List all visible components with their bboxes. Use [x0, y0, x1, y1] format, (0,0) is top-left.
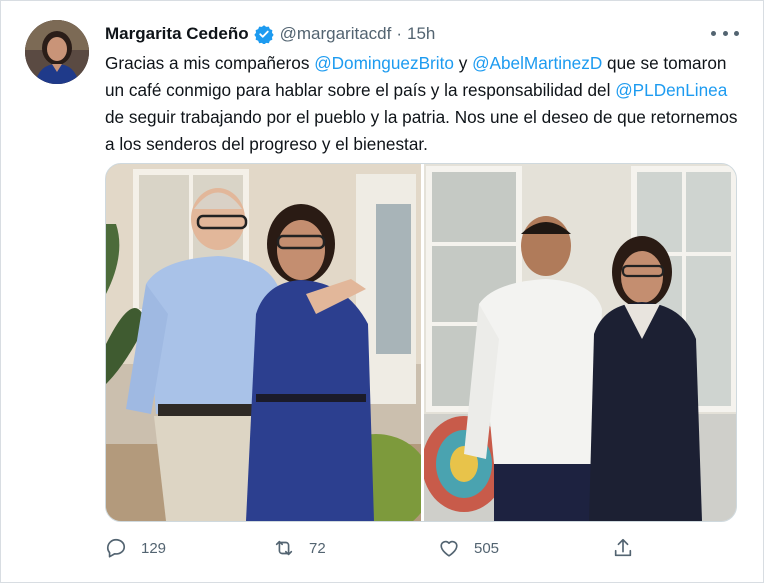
reply-count: 129: [141, 539, 167, 557]
more-options-icon[interactable]: [711, 23, 739, 43]
heart-icon: [440, 540, 458, 557]
like-count: 505: [474, 539, 500, 557]
like-button[interactable]: 505: [438, 533, 499, 563]
share-icon: [614, 538, 632, 557]
share-button[interactable]: [612, 533, 648, 563]
author-handle[interactable]: @margaritacdf: [280, 24, 392, 44]
retweet-button[interactable]: 72: [273, 533, 326, 563]
tweet-header: Margarita Cedeño @margaritacdf · 15h: [105, 21, 703, 47]
author-name[interactable]: Margarita Cedeño: [105, 24, 249, 44]
tweet-text-part: de seguir trabajando por el pueblo y la …: [105, 107, 738, 154]
tweet-card[interactable]: Margarita Cedeño @margaritacdf · 15h Gra…: [0, 0, 764, 583]
tweet-text: Gracias a mis compañeros @DominguezBrito…: [105, 50, 745, 158]
tweet-text-part: Gracias a mis compañeros: [105, 53, 315, 73]
mention-link[interactable]: @PLDenLinea: [615, 80, 727, 100]
verified-badge-icon: [253, 24, 274, 45]
mention-link[interactable]: @AbelMartinezD: [472, 53, 602, 73]
tweet-actions: 129 72 505: [105, 533, 735, 563]
tweet-timestamp[interactable]: 15h: [407, 24, 435, 44]
tweet-photo[interactable]: [106, 164, 421, 521]
reply-button[interactable]: 129: [105, 533, 166, 563]
meta-separator: ·: [396, 24, 403, 43]
tweet-photo[interactable]: [424, 164, 736, 521]
reply-icon: [106, 538, 126, 558]
mention-link[interactable]: @DominguezBrito: [314, 53, 454, 73]
retweet-count: 72: [309, 539, 326, 557]
retweet-icon: [275, 540, 293, 556]
tweet-media[interactable]: [105, 163, 737, 522]
tweet-text-part: y: [453, 53, 473, 73]
avatar[interactable]: [25, 20, 89, 84]
